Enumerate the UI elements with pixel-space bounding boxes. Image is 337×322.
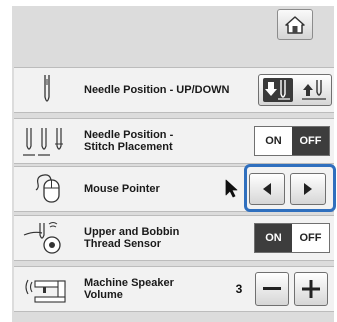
setting-row-speaker-volume: Machine Speaker Volume 3 [14,266,334,312]
volume-value: 3 [235,282,243,296]
setting-label: Needle Position - Stitch Placement [84,129,174,153]
setting-row-stitch-placement: Needle Position - Stitch Placement ON OF… [14,118,334,164]
needle-down-icon [263,78,293,102]
home-icon [285,15,305,34]
plus-icon [302,280,320,298]
setting-label: Upper and Bobbin Thread Sensor [84,226,180,250]
needle-up-down-button[interactable] [258,74,332,106]
toggle-on-option[interactable]: ON [255,224,292,252]
home-button[interactable] [277,9,313,40]
minus-icon [263,287,281,290]
setting-label: Machine Speaker Volume [84,277,174,301]
thread-sensor-toggle[interactable]: ON OFF [254,223,330,253]
needle-up-icon [302,80,326,100]
stitch-placement-toggle[interactable]: ON OFF [254,126,330,156]
toggle-off-option[interactable]: OFF [292,224,329,252]
arrow-cursor-icon [225,179,238,198]
selected-setting-highlight [244,164,336,212]
needle-icon [44,75,50,102]
triple-needle-icon [23,128,63,156]
setting-row-thread-sensor: Upper and Bobbin Thread Sensor ON OFF [14,215,334,261]
setting-label: Needle Position - UP/DOWN [84,84,230,96]
toggle-off-option[interactable]: OFF [292,127,329,155]
mouse-icon [35,174,60,203]
setting-row-needle-up-down: Needle Position - UP/DOWN [14,67,334,113]
thread-sensor-icon [23,222,61,254]
toggle-on-option[interactable]: ON [255,127,292,155]
speaker-machine-icon [25,279,66,303]
volume-plus-button[interactable] [294,272,328,306]
volume-minus-button[interactable] [255,272,289,306]
setting-label: Mouse Pointer [84,183,160,195]
